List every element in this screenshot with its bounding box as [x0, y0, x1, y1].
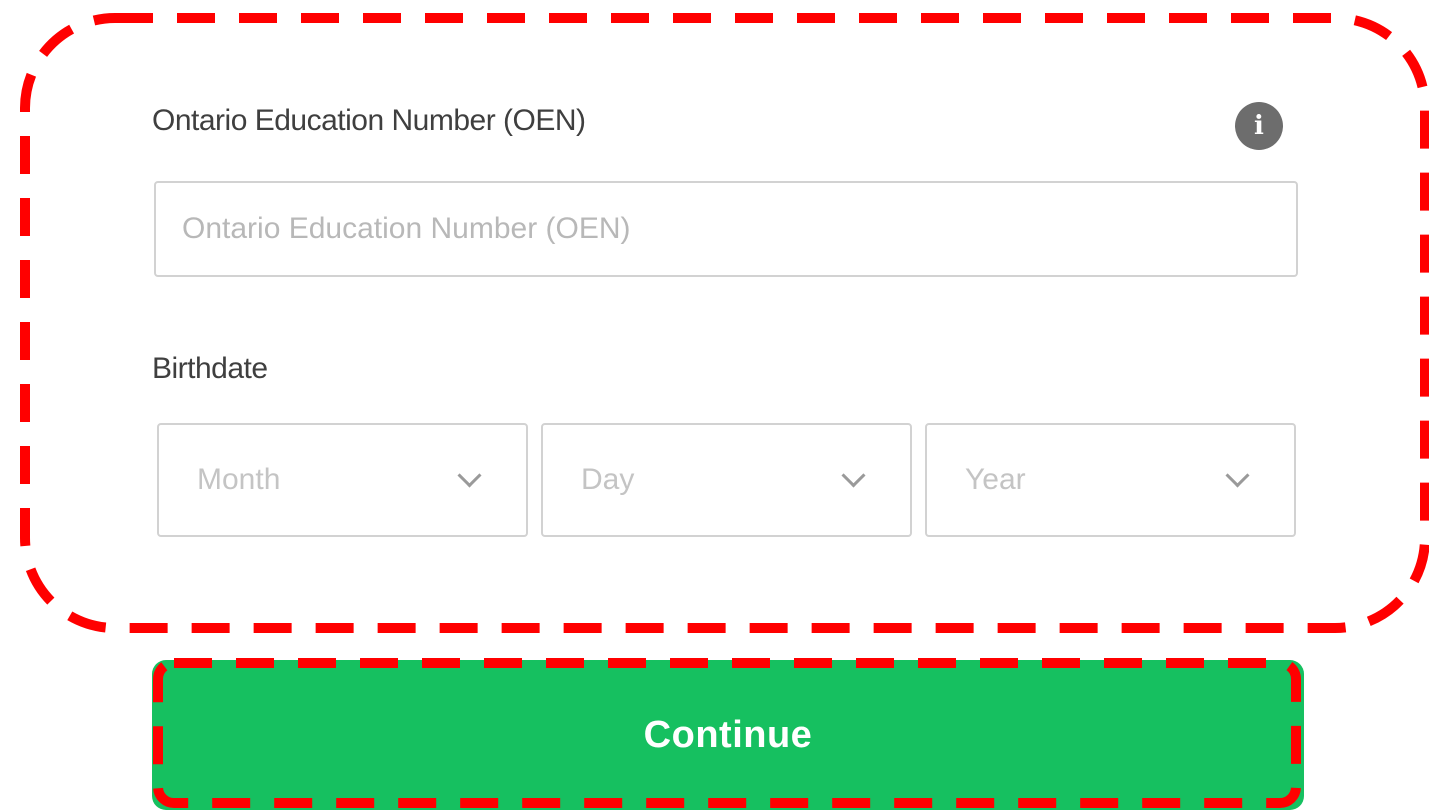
birthdate-label: Birthdate — [152, 352, 268, 385]
chevron-down-icon — [1225, 463, 1250, 488]
chevron-down-icon — [457, 463, 482, 488]
year-select-value: Year — [965, 463, 1026, 496]
info-icon[interactable]: i — [1235, 102, 1283, 150]
chevron-down-icon — [841, 463, 866, 488]
oen-form: Ontario Education Number (OEN) i Birthda… — [120, 60, 1320, 600]
oen-input[interactable] — [154, 181, 1298, 277]
day-select-value: Day — [581, 463, 635, 496]
month-select[interactable]: Month — [157, 423, 528, 537]
month-select-value: Month — [197, 463, 281, 496]
screen: Ontario Education Number (OEN) i Birthda… — [0, 0, 1429, 812]
oen-label: Ontario Education Number (OEN) — [152, 104, 586, 137]
day-select[interactable]: Day — [541, 423, 912, 537]
continue-button[interactable]: Continue — [152, 660, 1304, 810]
year-select[interactable]: Year — [925, 423, 1296, 537]
